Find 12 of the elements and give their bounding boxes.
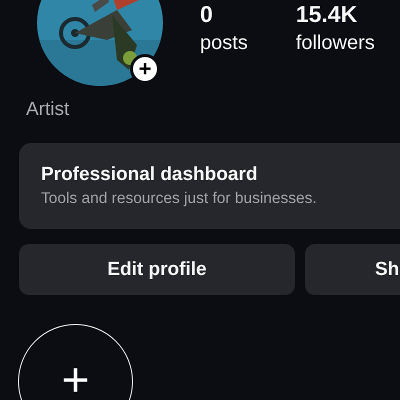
profile-button[interactable]: Sh [305, 244, 400, 295]
add-story-button[interactable]: + [130, 54, 160, 84]
new-highlight-button[interactable]: + [18, 324, 133, 400]
profile-button[interactable]: Edit profile [19, 244, 295, 295]
stat-label: posts [200, 31, 248, 56]
card-subtitle: Tools and resources just for businesses. [41, 189, 317, 209]
stat-count: 15.4K [296, 0, 358, 28]
dashboard-card[interactable]: Professional dashboard Tools and resources just for businesses. [19, 143, 400, 229]
card-title: Professional dashboard [41, 164, 258, 186]
stat-label: followers [296, 31, 375, 56]
stat-count: 0 [200, 0, 214, 28]
profile-category: Artist [26, 98, 70, 122]
